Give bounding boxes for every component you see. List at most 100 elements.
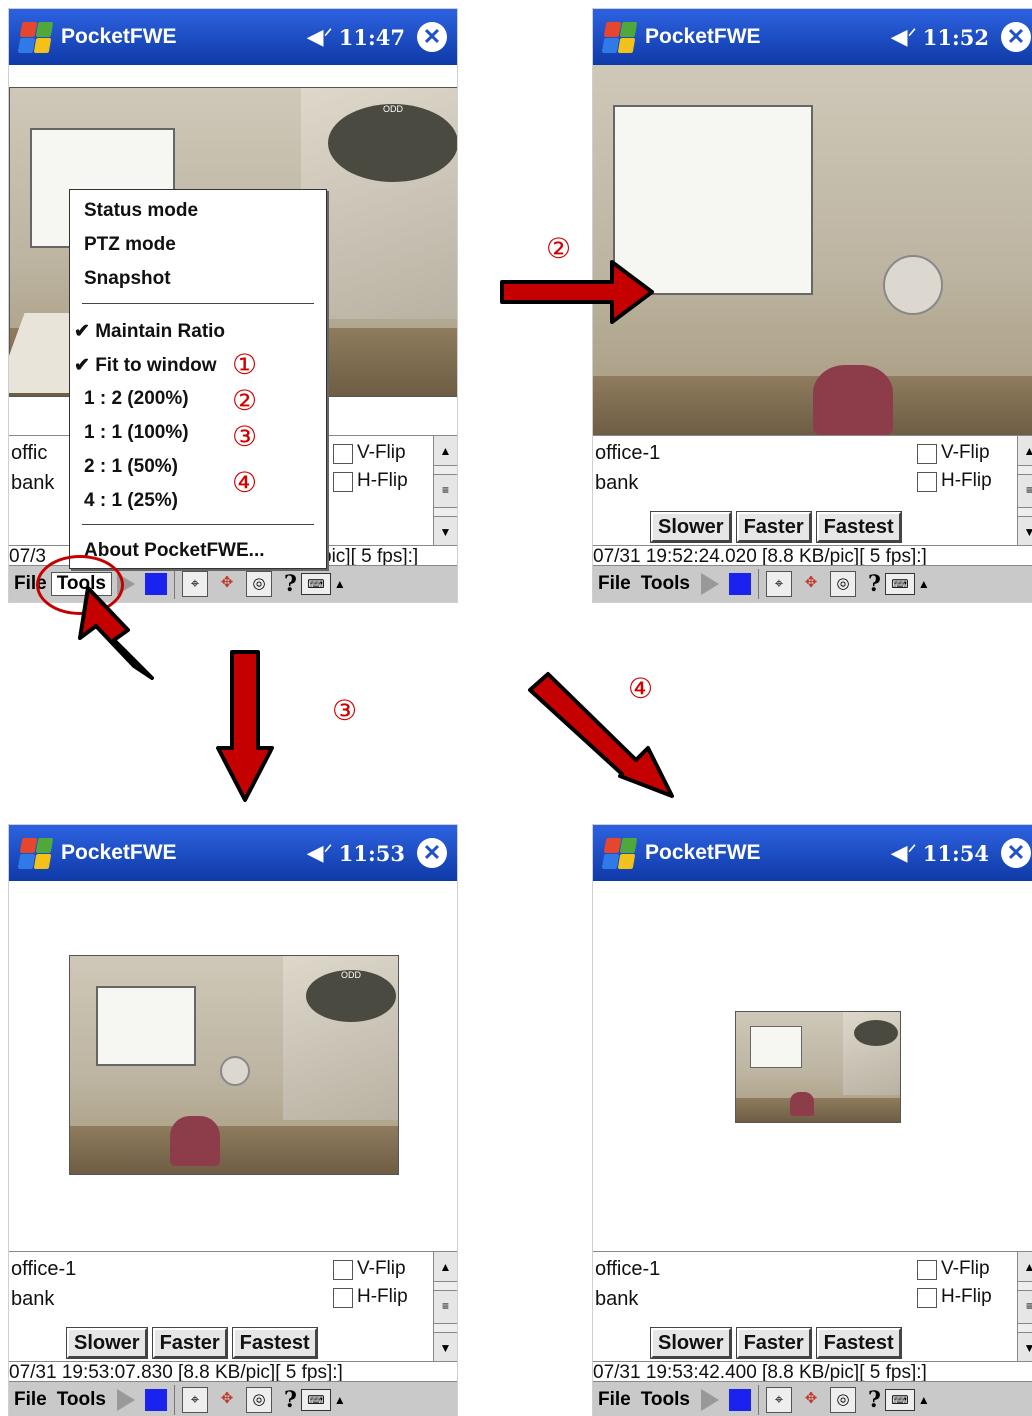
snapshot-icon[interactable]: ◎	[830, 571, 856, 597]
camera-name[interactable]: offic	[11, 442, 47, 465]
clock[interactable]: 11:53	[339, 841, 405, 866]
stop-icon[interactable]	[145, 573, 167, 595]
fastest-button[interactable]: Fastest	[231, 1327, 318, 1359]
close-icon[interactable]: ✕	[1001, 838, 1031, 868]
hflip-checkbox[interactable]	[917, 472, 937, 492]
camera-group[interactable]: bank	[11, 1288, 54, 1311]
help-icon[interactable]: ?	[868, 571, 881, 597]
hflip-checkbox[interactable]	[917, 1288, 937, 1308]
menu-ratio-25[interactable]: 4 : 1 (25%)	[84, 490, 178, 512]
stop-icon[interactable]	[145, 1389, 167, 1411]
scroll-thumb[interactable]: ≡	[1018, 1290, 1032, 1324]
menu-snapshot[interactable]: Snapshot	[84, 268, 171, 290]
camera-group[interactable]: bank	[595, 1288, 638, 1311]
menu-fit-to-window[interactable]: ✔ Fit to window	[74, 354, 217, 377]
vflip-checkbox[interactable]	[333, 1260, 353, 1280]
sip-arrow-icon[interactable]: ▲	[918, 577, 930, 591]
scroll-down-icon[interactable]: ▼	[434, 1332, 457, 1362]
camera-name[interactable]: office-1	[595, 442, 660, 465]
help-icon[interactable]: ?	[284, 1387, 297, 1413]
scrollbar[interactable]: ▲ ≡ ▼	[1017, 436, 1032, 546]
play-icon[interactable]	[117, 1389, 135, 1411]
scroll-down-icon[interactable]: ▼	[1018, 1332, 1032, 1362]
scroll-down-icon[interactable]: ▼	[434, 516, 457, 546]
vflip-checkbox[interactable]	[333, 444, 353, 464]
direction-icon[interactable]: ✥	[214, 571, 240, 597]
close-icon[interactable]: ✕	[417, 22, 447, 52]
snapshot-icon[interactable]: ◎	[830, 1387, 856, 1413]
scrollbar[interactable]: ▲ ≡ ▼	[433, 1252, 457, 1362]
direction-icon[interactable]: ✥	[798, 1387, 824, 1413]
start-logo-icon[interactable]	[599, 833, 639, 873]
help-icon[interactable]: ?	[284, 571, 297, 597]
stop-icon[interactable]	[729, 573, 751, 595]
tools-menu[interactable]: Tools	[636, 573, 695, 595]
start-logo-icon[interactable]	[15, 17, 55, 57]
ptz-icon[interactable]: ⌖	[182, 1387, 208, 1413]
sip-arrow-icon[interactable]: ▲	[334, 1393, 346, 1407]
direction-icon[interactable]: ✥	[798, 571, 824, 597]
file-menu[interactable]: File	[593, 573, 636, 595]
clock[interactable]: 11:52	[923, 25, 989, 50]
speaker-icon[interactable]: ◀ᐟ	[891, 840, 917, 866]
play-icon[interactable]	[701, 1389, 719, 1411]
snapshot-icon[interactable]: ◎	[246, 571, 272, 597]
speaker-icon[interactable]: ◀ᐟ	[891, 24, 917, 50]
menu-about[interactable]: About PocketFWE...	[84, 540, 265, 562]
speaker-icon[interactable]: ◀ᐟ	[307, 840, 333, 866]
fastest-button[interactable]: Fastest	[815, 511, 902, 543]
scroll-thumb[interactable]: ≡	[434, 474, 457, 508]
hflip-checkbox[interactable]	[333, 472, 353, 492]
scroll-thumb[interactable]: ≡	[434, 1290, 457, 1324]
scroll-thumb[interactable]: ≡	[1018, 474, 1032, 508]
start-logo-icon[interactable]	[599, 17, 639, 57]
close-icon[interactable]: ✕	[417, 838, 447, 868]
file-menu[interactable]: File	[9, 1389, 52, 1411]
camera-group[interactable]: bank	[595, 472, 638, 495]
stop-icon[interactable]	[729, 1389, 751, 1411]
keyboard-icon[interactable]: ⌨	[884, 1389, 915, 1411]
scroll-up-icon[interactable]: ▲	[434, 436, 457, 466]
play-icon[interactable]	[701, 573, 719, 595]
file-menu[interactable]: File	[593, 1389, 636, 1411]
close-icon[interactable]: ✕	[1001, 22, 1031, 52]
ptz-icon[interactable]: ⌖	[766, 571, 792, 597]
ptz-icon[interactable]: ⌖	[182, 571, 208, 597]
keyboard-icon[interactable]: ⌨	[300, 1389, 331, 1411]
slower-button[interactable]: Slower	[66, 1327, 148, 1359]
scroll-down-icon[interactable]: ▼	[1018, 516, 1032, 546]
speaker-icon[interactable]: ◀ᐟ	[307, 24, 333, 50]
menu-ratio-100[interactable]: 1 : 1 (100%)	[84, 422, 189, 444]
ptz-icon[interactable]: ⌖	[766, 1387, 792, 1413]
scroll-up-icon[interactable]: ▲	[1018, 436, 1032, 466]
clock[interactable]: 11:54	[923, 841, 989, 866]
clock[interactable]: 11:47	[339, 25, 405, 50]
menu-maintain-ratio[interactable]: ✔ Maintain Ratio	[74, 320, 225, 343]
tools-menu[interactable]: Tools	[52, 1389, 111, 1411]
menu-ratio-200[interactable]: 1 : 2 (200%)	[84, 388, 189, 410]
keyboard-icon[interactable]: ⌨	[884, 573, 915, 595]
snapshot-icon[interactable]: ◎	[246, 1387, 272, 1413]
menu-ptz-mode[interactable]: PTZ mode	[84, 234, 176, 256]
faster-button[interactable]: Faster	[735, 1327, 812, 1359]
scroll-up-icon[interactable]: ▲	[1018, 1252, 1032, 1282]
menu-status-mode[interactable]: Status mode	[84, 200, 198, 222]
scrollbar[interactable]: ▲ ≡ ▼	[1017, 1252, 1032, 1362]
sip-arrow-icon[interactable]: ▲	[918, 1393, 930, 1407]
help-icon[interactable]: ?	[868, 1387, 881, 1413]
faster-button[interactable]: Faster	[735, 511, 812, 543]
fastest-button[interactable]: Fastest	[815, 1327, 902, 1359]
keyboard-icon[interactable]: ⌨	[300, 573, 331, 595]
slower-button[interactable]: Slower	[650, 511, 732, 543]
tools-menu[interactable]: Tools	[636, 1389, 695, 1411]
menu-ratio-50[interactable]: 2 : 1 (50%)	[84, 456, 178, 478]
camera-group[interactable]: bank	[11, 472, 54, 495]
hflip-checkbox[interactable]	[333, 1288, 353, 1308]
vflip-checkbox[interactable]	[917, 1260, 937, 1280]
faster-button[interactable]: Faster	[151, 1327, 228, 1359]
slower-button[interactable]: Slower	[650, 1327, 732, 1359]
camera-name[interactable]: office-1	[595, 1258, 660, 1281]
vflip-checkbox[interactable]	[917, 444, 937, 464]
sip-arrow-icon[interactable]: ▲	[334, 577, 346, 591]
scroll-up-icon[interactable]: ▲	[434, 1252, 457, 1282]
